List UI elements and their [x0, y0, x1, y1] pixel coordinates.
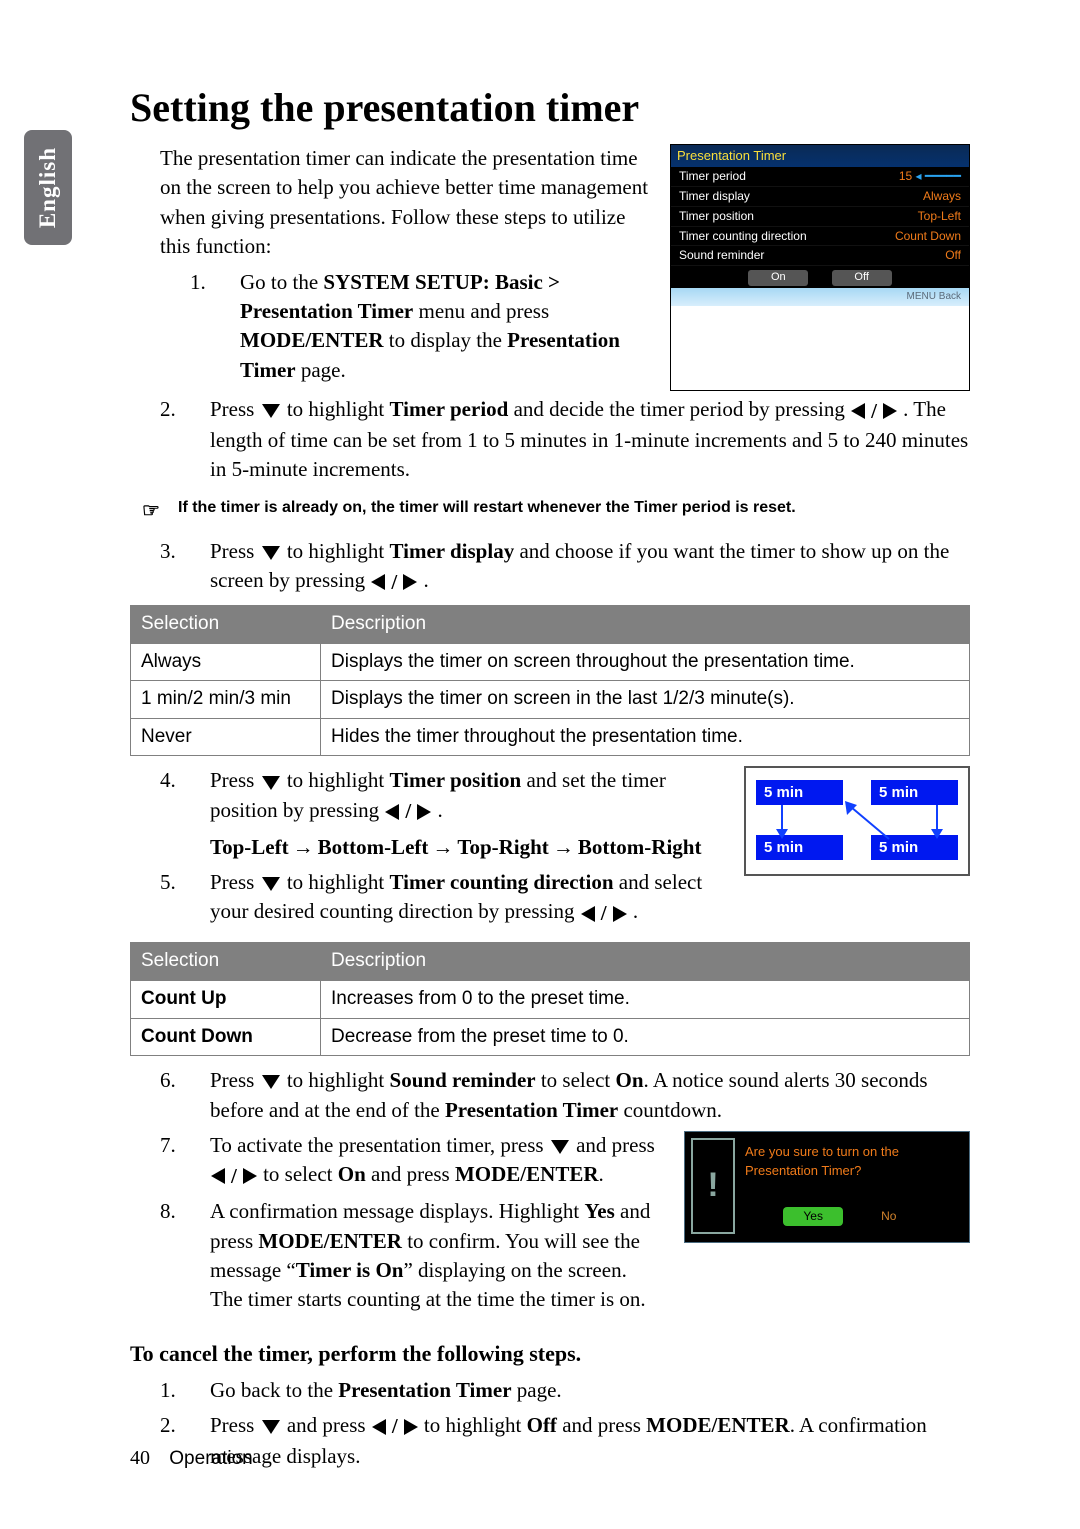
- step-number: 2.: [160, 395, 196, 485]
- step-4: Press to highlight Timer position and se…: [210, 766, 722, 862]
- step-8: A confirmation message displays. Highlig…: [210, 1197, 662, 1315]
- step-number: 1.: [190, 268, 226, 386]
- pos-chip-top-left: 5 min: [756, 780, 843, 805]
- left-right-arrow-icon: /: [850, 397, 898, 426]
- step-number: 6.: [160, 1066, 196, 1125]
- down-arrow-icon: [262, 404, 280, 418]
- down-arrow-icon: [262, 1420, 280, 1434]
- table-row: Count UpIncreases from 0 to the preset t…: [131, 980, 970, 1018]
- table-header: Description: [321, 943, 970, 981]
- cancel-step-1: Go back to the Presentation Timer page.: [210, 1376, 970, 1405]
- down-arrow-icon: [262, 877, 280, 891]
- page-footer: 40 Operation: [130, 1444, 253, 1473]
- language-tab-label: English: [32, 147, 64, 228]
- confirm-yes-button: Yes: [783, 1207, 843, 1226]
- step-5: Press to highlight Timer counting direct…: [210, 868, 722, 928]
- table-row: AlwaysDisplays the timer on screen throu…: [131, 643, 970, 681]
- step-3: Press to highlight Timer display and cho…: [210, 537, 970, 597]
- left-right-arrow-icon: /: [370, 568, 418, 597]
- note-callout: ☞ If the timer is already on, the timer …: [142, 491, 970, 531]
- left-right-arrow-icon: /: [371, 1412, 419, 1441]
- step-number: 4.: [160, 766, 196, 862]
- osd-row-counting-direction: Timer counting directionCount Down: [671, 227, 969, 247]
- section-name: Operation: [169, 1448, 252, 1469]
- right-arrow-icon: →: [553, 833, 574, 862]
- table-header: Selection: [131, 606, 321, 644]
- osd-title: Presentation Timer: [671, 145, 969, 167]
- left-right-arrow-icon: /: [580, 899, 628, 928]
- osd-row-timer-period: Timer period15 ◂ ━━━━━: [671, 167, 969, 187]
- table-header: Description: [321, 606, 970, 644]
- table-row: NeverHides the timer throughout the pres…: [131, 718, 970, 756]
- confirm-line2: Presentation Timer?: [745, 1161, 957, 1181]
- down-arrow-icon: [262, 776, 280, 790]
- hand-pointing-icon: ☞: [142, 497, 170, 525]
- table-row: Count DownDecrease from the preset time …: [131, 1018, 970, 1056]
- table-header: Selection: [131, 943, 321, 981]
- page-number: 40: [130, 1447, 150, 1469]
- osd-off-button: Off: [832, 270, 892, 285]
- step-number: 3.: [160, 537, 196, 597]
- step-6: Press to highlight Sound reminder to sel…: [210, 1066, 970, 1125]
- step-7: To activate the presentation timer, pres…: [210, 1131, 662, 1191]
- cancel-heading: To cancel the timer, perform the followi…: [130, 1339, 970, 1370]
- confirmation-dialog-preview: ! Are you sure to turn on the Presentati…: [684, 1131, 970, 1243]
- timer-display-table: SelectionDescription AlwaysDisplays the …: [130, 605, 970, 756]
- osd-row-timer-position: Timer positionTop-Left: [671, 207, 969, 227]
- osd-preview-panel: Presentation Timer Timer period15 ◂ ━━━━…: [670, 144, 970, 391]
- osd-row-timer-display: Timer displayAlways: [671, 187, 969, 207]
- left-right-arrow-icon: /: [384, 797, 432, 826]
- right-arrow-icon: →: [293, 833, 314, 862]
- down-arrow-icon: [262, 1075, 280, 1089]
- table-row: 1 min/2 min/3 minDisplays the timer on s…: [131, 681, 970, 719]
- language-tab: English: [24, 130, 72, 245]
- left-right-arrow-icon: /: [210, 1162, 258, 1191]
- osd-row-sound-reminder: Sound reminderOff: [671, 246, 969, 266]
- confirm-line1: Are you sure to turn on the: [745, 1142, 957, 1162]
- step-1: Go to the SYSTEM SETUP: Basic > Presenta…: [240, 268, 650, 386]
- step-2: Press to highlight Timer period and deci…: [210, 395, 970, 485]
- confirm-no-button: No: [859, 1207, 919, 1226]
- step-number: 8.: [160, 1197, 196, 1315]
- intro-paragraph: The presentation timer can indicate the …: [160, 144, 650, 262]
- step-number: 1.: [160, 1376, 196, 1405]
- cancel-step-2: Press and press / to highlight Off and p…: [210, 1411, 970, 1471]
- counting-direction-table: SelectionDescription Count UpIncreases f…: [130, 942, 970, 1056]
- warning-icon: !: [691, 1138, 735, 1234]
- osd-footer: MENU Back: [671, 288, 969, 306]
- down-arrow-icon: [262, 546, 280, 560]
- page-title: Setting the presentation timer: [130, 80, 970, 136]
- osd-on-button: On: [748, 270, 808, 285]
- right-arrow-icon: →: [432, 833, 453, 862]
- step-number: 7.: [160, 1131, 196, 1191]
- down-arrow-icon: [551, 1140, 569, 1154]
- timer-position-diagram: 5 min 5 min 5 min 5 min: [744, 766, 970, 876]
- step-number: 5.: [160, 868, 196, 928]
